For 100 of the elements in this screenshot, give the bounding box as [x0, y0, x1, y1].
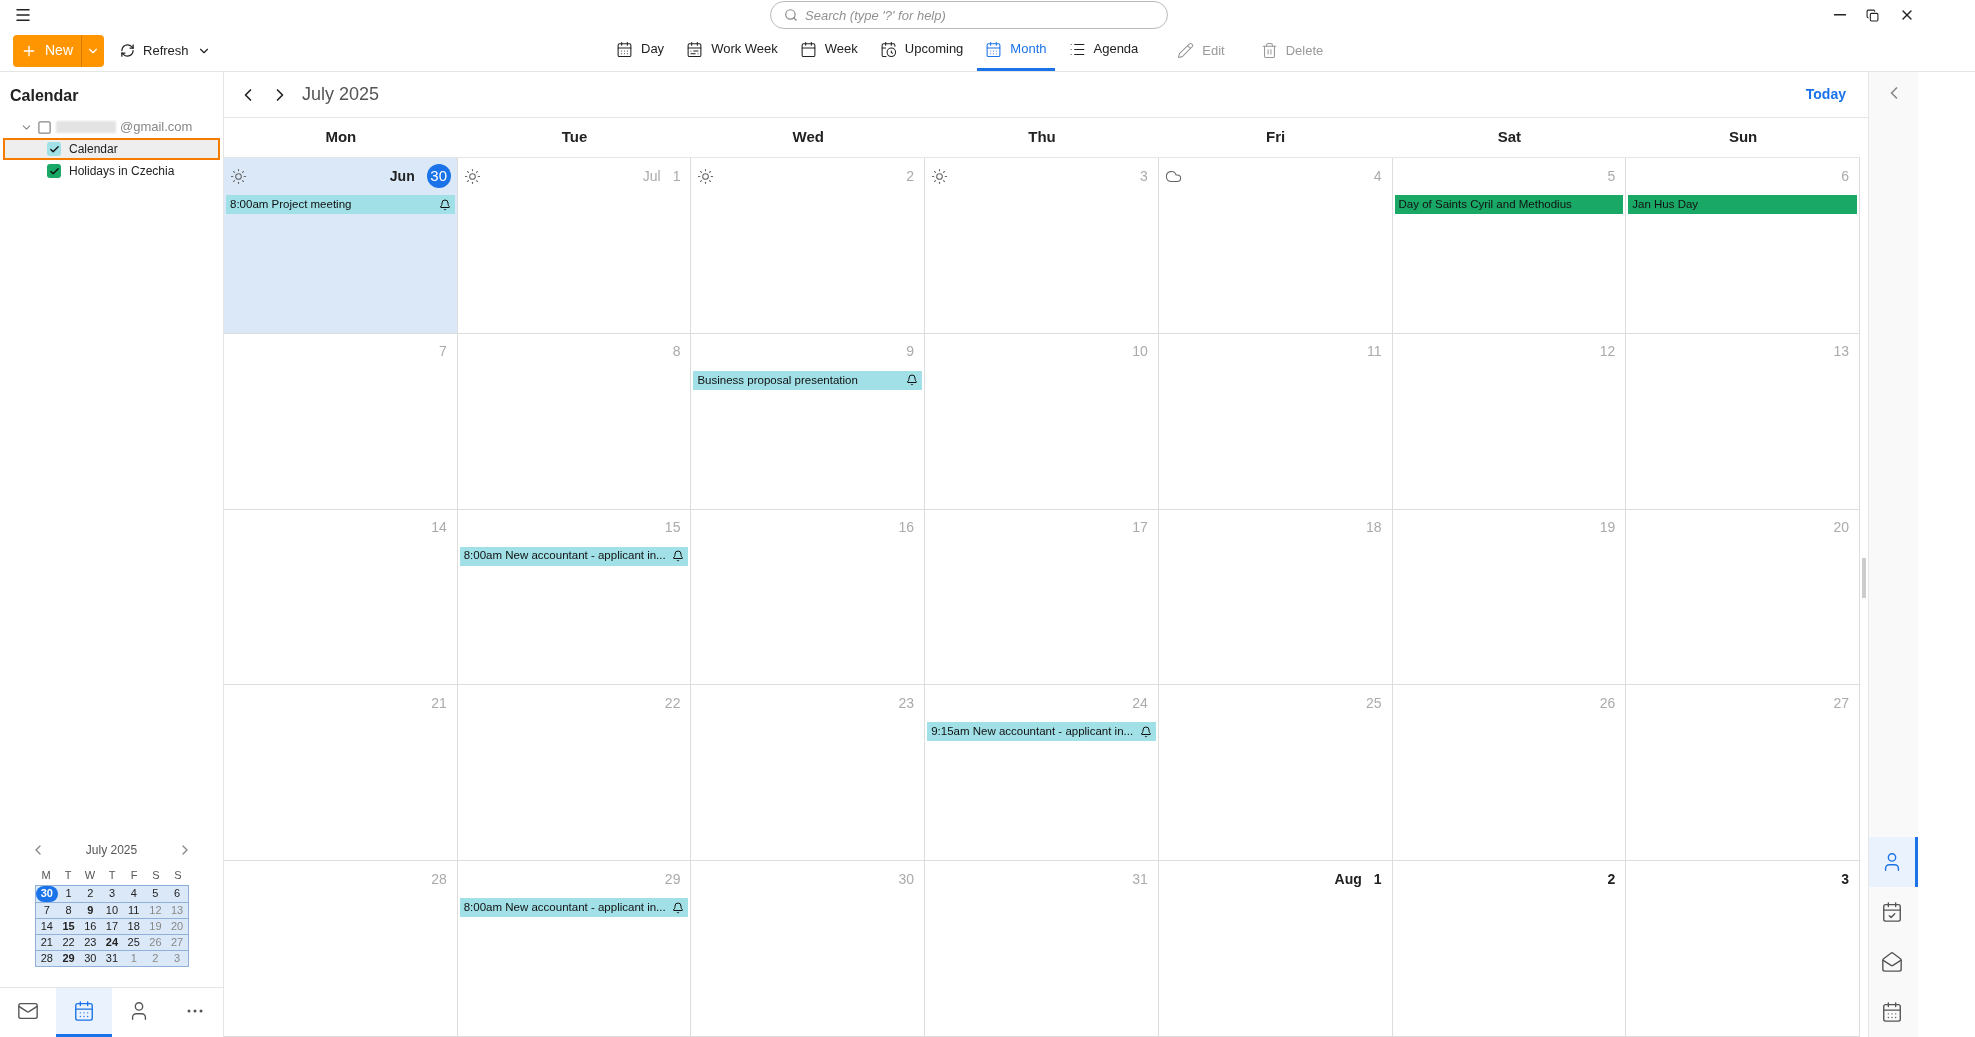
day-number: 2: [1607, 869, 1617, 889]
day-cell[interactable]: 5 Day of Saints Cyril and Methodius: [1392, 158, 1627, 333]
restore-button[interactable]: [1866, 8, 1879, 22]
event[interactable]: Day of Saints Cyril and Methodius: [1394, 195, 1624, 214]
day-number: 26: [1599, 693, 1617, 713]
day-number: 25: [1366, 693, 1383, 713]
view-tab[interactable]: Work Week: [678, 30, 786, 71]
view-tab[interactable]: Day: [608, 30, 673, 71]
checkbox[interactable]: [47, 164, 61, 178]
restore-icon: [1866, 8, 1879, 22]
mini-calendar-day[interactable]: 23: [79, 935, 102, 950]
day-number: 17: [1132, 518, 1149, 538]
month-label: Jun: [389, 166, 415, 186]
mini-calendar-day[interactable]: 1: [57, 886, 80, 902]
calendar-item[interactable]: Calendar: [3, 138, 220, 160]
weekday-header: Mon: [325, 127, 357, 148]
day-cell[interactable]: 9 Business proposal presentation: [691, 333, 926, 509]
mini-calendar-day[interactable]: 10: [101, 903, 123, 918]
mini-calendar-day[interactable]: 6: [166, 886, 188, 902]
view-tab[interactable]: Week: [791, 30, 866, 71]
event[interactable]: Business proposal presentation: [693, 370, 923, 390]
event[interactable]: 8:00am Project meeting: [226, 195, 455, 214]
day-number: 21: [431, 693, 448, 713]
trash-icon: [1260, 42, 1278, 59]
mini-calendar-day[interactable]: 16: [79, 919, 102, 934]
nav-tab[interactable]: [55, 988, 112, 1037]
mini-calendar-day[interactable]: 22: [57, 935, 80, 950]
mini-calendar-day[interactable]: 15: [57, 919, 80, 934]
event[interactable]: 8:00am New accountant - applicant in...: [459, 546, 689, 566]
today-button[interactable]: Today: [1805, 84, 1846, 105]
mail-icon: [1881, 951, 1903, 973]
day-cell[interactable]: 29 8:00am New accountant - applicant in...: [457, 861, 692, 1036]
mini-calendar-day[interactable]: 11: [122, 903, 145, 918]
view-tab[interactable]: Agenda: [1060, 30, 1147, 71]
minimize-icon: [1834, 14, 1846, 16]
refresh-button[interactable]: Refresh: [120, 40, 211, 61]
day-number: 8: [672, 342, 682, 362]
calendar-name: Holidays in Czechia: [69, 163, 175, 180]
mini-calendar-day[interactable]: 8: [57, 903, 80, 918]
day-number: 24: [1132, 693, 1149, 713]
mini-calendar-day[interactable]: 3: [101, 886, 123, 902]
redacted-block: [56, 121, 116, 133]
day-number: 30: [426, 164, 451, 188]
mini-calendar-day[interactable]: 25: [122, 935, 145, 950]
event-title: 9:15am New accountant - applicant in...: [931, 724, 1134, 740]
event[interactable]: 9:15am New accountant - applicant in...: [927, 722, 1156, 742]
day-number: 1: [1373, 869, 1383, 889]
mini-calendar-day[interactable]: 2: [79, 886, 102, 902]
mini-calendar-day[interactable]: 29: [57, 951, 80, 966]
sun-icon: [697, 167, 715, 185]
pencil-icon: [1177, 42, 1195, 59]
mini-calendar-day[interactable]: 30: [79, 951, 102, 966]
month-title: July 2025: [302, 83, 380, 106]
sidebar-title: Calendar: [9, 86, 80, 106]
mini-calendar-day[interactable]: 18: [122, 919, 145, 934]
event[interactable]: Jan Hus Day: [1628, 195, 1857, 214]
calendar-item[interactable]: Holidays in Czechia: [3, 160, 220, 182]
weekday-label: W: [83, 867, 97, 883]
mini-calendar-day[interactable]: 24: [101, 935, 123, 950]
calendar-icon: [799, 40, 817, 58]
mini-calendar-day[interactable]: 31: [101, 951, 123, 966]
search-field[interactable]: Search (type '?' for help): [770, 1, 1168, 29]
mini-calendar-day[interactable]: 4: [122, 886, 145, 902]
sun-icon: [230, 167, 247, 185]
mini-calendar-day[interactable]: 5: [144, 886, 167, 902]
weekday-label: M: [40, 867, 52, 883]
mini-calendar-title: July 2025: [85, 841, 138, 859]
mini-calendar-day[interactable]: 9: [79, 903, 102, 918]
weekday-header: Tue: [561, 127, 588, 148]
check-icon: [48, 165, 60, 177]
day-number: 16: [898, 518, 916, 538]
day-cell[interactable]: 24 9:15am New accountant - applicant in...: [925, 685, 1159, 861]
mini-calendar-day[interactable]: 28: [36, 951, 58, 966]
event-title: Day of Saints Cyril and Methodius: [1398, 196, 1572, 212]
day-number: 27: [1833, 693, 1850, 713]
day-number: 30: [898, 869, 916, 889]
checkbox[interactable]: [47, 142, 61, 156]
mini-calendar-day[interactable]: 21: [36, 935, 58, 950]
event[interactable]: 8:00am New accountant - applicant in...: [459, 898, 689, 918]
weekday-header: Wed: [792, 127, 824, 148]
mini-calendar-day[interactable]: 7: [36, 903, 58, 918]
mini-calendar-day[interactable]: 14: [36, 919, 58, 934]
day-number: 22: [664, 693, 682, 713]
scrollbar-thumb[interactable]: [1862, 557, 1866, 598]
menu-button[interactable]: [14, 6, 32, 24]
mini-calendar-day[interactable]: 17: [101, 919, 123, 934]
day-cell[interactable]: 6 Jan Hus Day: [1626, 158, 1860, 333]
weekday-header: Sat: [1497, 127, 1522, 148]
sun-icon: [931, 167, 949, 185]
day-number: 12: [1599, 342, 1617, 362]
day-number: 15: [664, 518, 682, 538]
event-title: 8:00am New accountant - applicant in...: [463, 548, 666, 564]
day-number: 3: [1841, 869, 1850, 889]
minimize-button[interactable]: [1834, 14, 1846, 16]
mini-calendar-day[interactable]: 30: [36, 886, 58, 902]
view-tab[interactable]: Month: [977, 30, 1055, 71]
day-cell[interactable]: 15 8:00am New accountant - applicant in...: [457, 509, 692, 685]
view-tab[interactable]: Upcoming: [871, 30, 972, 71]
day-number: 3: [1140, 166, 1149, 186]
day-cell[interactable]: Jun 30 8:00am Project meeting: [224, 158, 458, 333]
